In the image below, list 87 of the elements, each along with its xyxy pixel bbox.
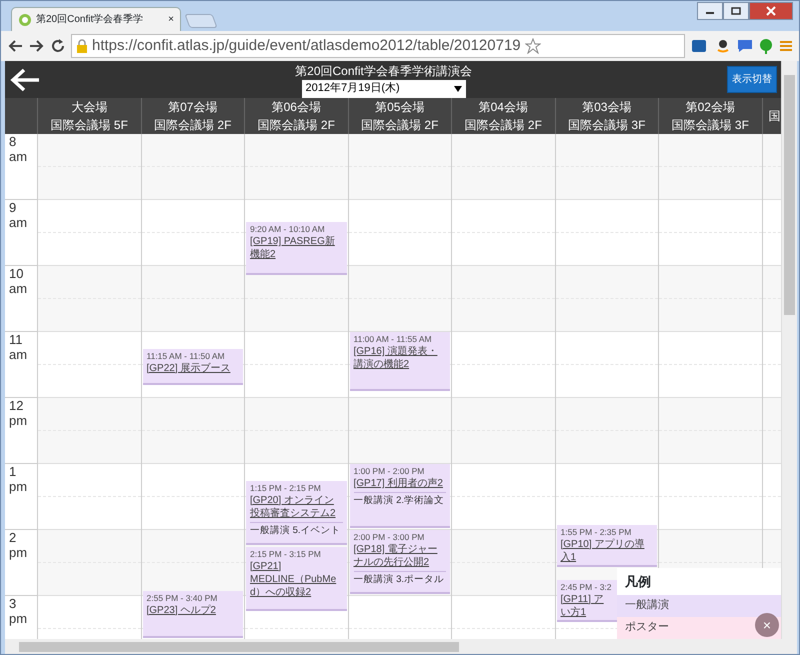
dropdown-caret-icon <box>454 84 462 92</box>
chat-extension-icon[interactable] <box>737 38 753 54</box>
venue-name: 大会場 <box>71 99 108 116</box>
session-event[interactable]: 1:55 PM - 2:35 PM [GP10] アプリの導 入1 <box>556 524 657 566</box>
horizontal-scrollbar[interactable] <box>5 639 797 654</box>
period-label: pm <box>9 611 28 626</box>
event-time: 1:15 PM - 2:15 PM <box>250 482 321 494</box>
venue-name: 第04会場 <box>478 99 528 116</box>
session-event[interactable]: 2:00 PM - 3:00 PM [GP18] 電子ジャー ナルの先行公開2 一般講演 3.ポータル <box>350 530 450 594</box>
browser-tab[interactable]: 第20回Confit学会春季学 × <box>11 7 181 31</box>
legend-item: 一般講演 <box>617 595 781 617</box>
event-time: 2:45 PM - 3:2 <box>560 582 612 592</box>
session-event[interactable]: 11:15 AM - 11:50 AM [GP22] 展示ブース <box>142 348 243 385</box>
period-label: pm <box>9 413 28 428</box>
view-toggle-button[interactable]: 表示切替 <box>727 66 777 93</box>
site-logo-icon <box>18 12 32 26</box>
period-label: pm <box>9 479 28 494</box>
room-name: 国際会議場 2F <box>258 117 335 134</box>
reload-icon[interactable] <box>51 39 65 53</box>
star-icon[interactable] <box>524 38 541 54</box>
date-select[interactable]: 2012年7月19日(木) <box>302 80 466 98</box>
session-event[interactable]: 2:55 PM - 3:40 PM [GP23] ヘルプ2 <box>142 590 243 638</box>
back-icon[interactable] <box>7 39 23 53</box>
back-arrow-icon[interactable] <box>10 68 40 92</box>
event-title: 第20回Confit学会春季学術講演会 <box>295 62 472 80</box>
session-event[interactable]: 1:15 PM - 2:15 PM [GP20] オンライン 投稿審査システム2 一般講演 5.イベント <box>246 480 346 544</box>
event-time: 9:20 AM - 10:10 AM <box>250 224 325 235</box>
venue-name: 第05会場 <box>375 99 424 116</box>
room-name: 国際会議場 2F <box>361 117 438 134</box>
event-title-link[interactable]: [GP21] MEDLINE（PubMe d）への収録2 <box>250 560 336 598</box>
room-name: 国際会議場 3F <box>568 117 646 134</box>
event-time: 1:55 PM - 2:35 PM <box>560 526 632 538</box>
event-time: 11:00 AM - 11:55 AM <box>354 334 432 345</box>
hour-label: 2 <box>9 530 18 545</box>
room-name: 国際会議場 3F <box>672 117 749 134</box>
room-name: 国 <box>768 108 780 125</box>
event-title-link[interactable]: [GP10] アプリの導 入1 <box>560 538 644 564</box>
event-time: 2:00 PM - 3:00 PM <box>354 532 424 543</box>
venue-name: 第06会場 <box>272 99 321 116</box>
period-label: am <box>9 281 28 296</box>
period-label: am <box>9 215 28 230</box>
maximize-icon <box>731 7 741 15</box>
event-time: 1:00 PM - 2:00 PM <box>354 466 424 477</box>
hour-label: 12 <box>9 398 24 413</box>
session-event[interactable]: 1:00 PM - 2:00 PM [GP17] 利用者の声2 一般講演 2.学術論文 <box>350 464 450 528</box>
tab-close-button[interactable]: × <box>168 12 174 27</box>
period-label: pm <box>9 545 28 560</box>
venue-name: 第07会場 <box>168 99 218 116</box>
period-label: am <box>9 347 28 362</box>
close-icon <box>766 6 776 16</box>
lock-icon <box>76 39 88 53</box>
event-title-link[interactable]: [GP20] オンライン 投稿審査システム2 <box>250 494 336 520</box>
vertical-scrollbar[interactable] <box>781 61 797 639</box>
hour-label: 3 <box>9 596 18 611</box>
session-event[interactable]: 2:15 PM - 3:15 PM [GP21] MEDLINE（PubMe d）への収録2 <box>246 546 346 610</box>
hour-label: 9 <box>9 200 18 215</box>
event-time: 2:55 PM - 3:40 PM <box>146 592 218 604</box>
event-title-link[interactable]: [GP23] ヘルプ2 <box>146 604 216 616</box>
room-name: 国際会議場 2F <box>464 117 542 134</box>
event-time: 11:15 AM - 11:50 AM <box>146 350 225 362</box>
venue-name: 第02会場 <box>686 99 735 116</box>
event-title-link[interactable]: [GP18] 電子ジャー ナルの先行公開2 <box>354 543 438 569</box>
session-label: 一般講演 5.イベント <box>250 522 342 536</box>
hour-label: 10 <box>9 266 24 281</box>
session-event[interactable]: 9:20 AM - 10:10 AM [GP19] PASREG新 機能2 <box>246 222 346 275</box>
event-title-link[interactable]: [GP11] ア い方1 <box>560 592 604 618</box>
event-title-link[interactable]: [GP22] 展示ブース <box>146 362 230 374</box>
session-event[interactable]: 11:00 AM - 11:55 AM [GP16] 演題発表・ 講演の機能2 <box>350 332 450 390</box>
room-name: 国際会議場 2F <box>154 117 232 134</box>
hour-label: 11 <box>9 332 24 347</box>
url-text: https://confit.atlas.jp/guide/event/atlasdemo2012/table/20120719 <box>92 36 521 56</box>
forward-icon[interactable] <box>29 39 45 53</box>
event-title-link[interactable]: [GP17] 利用者の声2 <box>354 477 443 490</box>
period-label: am <box>9 149 28 164</box>
maximize-button[interactable] <box>723 2 749 20</box>
address-bar[interactable]: https://confit.atlas.jp/guide/event/atlasdemo2012/table/20120719 <box>71 34 685 58</box>
hour-label: 8 <box>9 134 18 149</box>
minimize-button[interactable] <box>697 2 723 20</box>
session-label: 一般講演 2.学術論文 <box>354 492 446 507</box>
room-name: 国際会議場 5F <box>50 117 128 134</box>
event-title-link[interactable]: [GP16] 演題発表・ 講演の機能2 <box>354 345 438 371</box>
event-title-link[interactable]: [GP19] PASREG新 機能2 <box>250 235 335 261</box>
event-time: 2:15 PM - 3:15 PM <box>250 548 321 560</box>
hour-label: 1 <box>9 464 18 479</box>
session-label: 一般講演 3.ポータル <box>354 571 446 586</box>
venue-name: 第03会場 <box>582 99 632 116</box>
close-button[interactable] <box>749 2 793 20</box>
